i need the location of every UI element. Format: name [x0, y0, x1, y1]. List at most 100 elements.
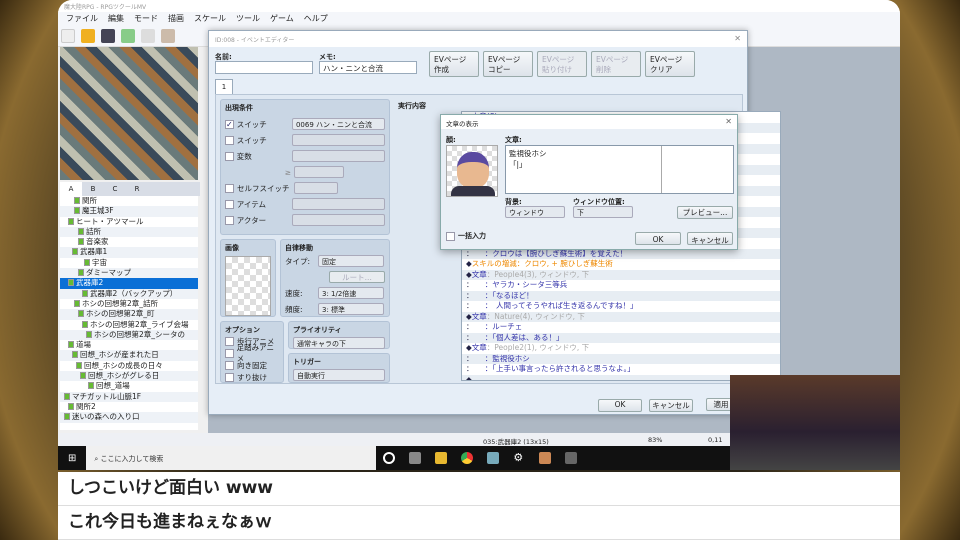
menu-item[interactable]: ヘルプ — [304, 13, 328, 24]
menu-item[interactable]: 編集 — [108, 13, 124, 24]
open-icon[interactable] — [81, 29, 95, 43]
tileset-tab[interactable]: A — [60, 182, 82, 196]
command-row[interactable]: ◆文章：People4(3), ウィンドウ, 下 — [462, 269, 780, 280]
cancel-button[interactable]: キャンセル — [649, 399, 693, 412]
ev-page-button[interactable]: EVページ コピー — [483, 51, 533, 77]
map-tree-item[interactable]: 詰所 — [60, 226, 198, 238]
freq-select[interactable]: 3: 標準 — [318, 303, 384, 315]
tileset-tab[interactable]: B — [82, 182, 104, 196]
ev-page-button[interactable]: EVページ クリア — [645, 51, 695, 77]
switch1-checkbox[interactable]: ✓ — [225, 119, 234, 129]
actor-checkbox[interactable] — [225, 215, 234, 225]
trigger-select[interactable]: 自動実行 — [293, 369, 385, 381]
map-tree-item[interactable]: ホシの回想第2章_シータの — [60, 329, 198, 341]
self-switch-checkbox[interactable] — [225, 183, 234, 193]
map-tree-item[interactable]: ホシの回想第2章_詰所 — [60, 299, 198, 309]
copy-icon[interactable] — [141, 29, 155, 43]
command-row[interactable]: ◆文章：People2(1), ウィンドウ, 下 — [462, 343, 780, 354]
map-tree-item[interactable]: 回想_道場 — [60, 381, 198, 391]
map-tree-item[interactable]: 武器庫2（バックアップ） — [60, 288, 198, 299]
name-input[interactable] — [215, 61, 313, 74]
rpgmaker-icon[interactable] — [539, 452, 552, 464]
windows-start-icon[interactable]: ⊞ — [68, 453, 76, 464]
face-image[interactable] — [446, 145, 498, 197]
batch-input-checkbox[interactable] — [446, 231, 455, 241]
cortana-icon[interactable] — [383, 452, 396, 464]
item-checkbox[interactable] — [225, 199, 234, 209]
close-icon[interactable]: ✕ — [734, 34, 741, 43]
map-tree-item[interactable]: 迷いの森への入り口 — [60, 412, 198, 423]
command-row[interactable]: ： ：「なるほど！ — [462, 290, 780, 301]
ev-page-button[interactable]: EVページ 貼り付け — [537, 51, 587, 77]
priority-select[interactable]: 通常キャラの下 — [293, 337, 385, 349]
variable-select[interactable] — [291, 150, 385, 162]
variable-value[interactable] — [294, 166, 344, 178]
menu-item[interactable]: モード — [134, 13, 158, 24]
item-select[interactable] — [291, 198, 385, 210]
command-row[interactable]: ： ： 人間ってそうやれば生き返るんですね！」 — [462, 301, 780, 312]
actor-select[interactable] — [291, 214, 385, 226]
memo-input[interactable]: ハン・ニンと合流 — [319, 61, 417, 74]
map-tree-item[interactable]: マチガットル山脈1F — [60, 391, 198, 402]
option-checkbox[interactable] — [225, 360, 234, 370]
map-tree-item[interactable]: 回想_ホシの成長の日々 — [60, 361, 198, 371]
command-row[interactable]: ： ：監視役ホシ — [462, 353, 780, 364]
chrome-icon[interactable] — [461, 452, 474, 464]
text-area[interactable]: 監視役ホシ 「|」 — [505, 145, 734, 194]
map-tree-item[interactable]: 魔王城3F — [60, 206, 198, 217]
command-row[interactable]: ◆スキルの増減：クロウ, + 腕ひしぎ蘇生術 — [462, 259, 780, 270]
map-tree-item[interactable]: 道場 — [60, 340, 198, 350]
switch2-select[interactable] — [291, 134, 385, 146]
command-row[interactable]: ： ：ヤラカ・シータ三等兵 — [462, 280, 780, 291]
notepad-icon[interactable] — [487, 452, 500, 464]
switch2-checkbox[interactable] — [225, 135, 234, 145]
option-checkbox[interactable] — [225, 372, 234, 382]
map-tree-item[interactable]: ダミーマップ — [60, 268, 198, 279]
menu-item[interactable]: ゲーム — [270, 13, 294, 24]
paste-icon[interactable] — [161, 29, 175, 43]
app-icon[interactable] — [565, 452, 578, 464]
tab-page-1[interactable]: 1 — [215, 79, 233, 95]
task-view-icon[interactable] — [409, 452, 422, 464]
tileset-palette[interactable] — [60, 47, 198, 180]
menu-item[interactable]: 描画 — [168, 13, 184, 24]
dialog-cancel-button[interactable]: キャンセル — [687, 232, 733, 245]
map-tree-item[interactable]: 宇宙 — [60, 258, 198, 268]
tileset-tab[interactable]: C — [104, 182, 126, 196]
command-row[interactable]: ： ：「個人差は、ある！」 — [462, 332, 780, 343]
command-row[interactable]: ◆文章：Nature(4), ウィンドウ, 下 — [462, 311, 780, 322]
background-select[interactable]: ウィンドウ — [505, 206, 565, 218]
route-button[interactable]: ルート... — [329, 271, 385, 283]
file-explorer-icon[interactable] — [435, 452, 448, 464]
cut-icon[interactable] — [121, 29, 135, 43]
command-row[interactable]: ： ：ルーチェ — [462, 322, 780, 333]
map-tree[interactable]: 関所 魔王城3F ヒート・アツマール 詰所 音楽家 武器庫1 宇宙 ダミーマップ 武器庫2 武器庫… — [60, 196, 198, 430]
variable-checkbox[interactable] — [225, 151, 234, 161]
map-tree-item[interactable]: 関所 — [60, 196, 198, 206]
command-row[interactable]: ： ：「上手い事言ったら許されると思うなよ。」 — [462, 364, 780, 375]
map-tree-item[interactable]: 音楽家 — [60, 237, 198, 247]
ev-page-button[interactable]: EVページ 作成 — [429, 51, 479, 77]
menu-item[interactable]: ツール — [236, 13, 260, 24]
option-checkbox[interactable] — [225, 336, 234, 346]
dialog-close-icon[interactable]: ✕ — [725, 117, 732, 126]
menu-item[interactable]: ファイル — [66, 13, 98, 24]
ok-button[interactable]: OK — [598, 399, 642, 412]
save-icon[interactable] — [101, 29, 115, 43]
map-tree-item[interactable]: 武器庫1 — [60, 247, 198, 258]
ev-page-button[interactable]: EVページ 削除 — [591, 51, 641, 77]
map-tree-item[interactable]: ホシの回想第2章_町 — [60, 309, 198, 320]
tileset-tab[interactable]: R — [126, 182, 148, 196]
menu-item[interactable]: スケール — [194, 13, 226, 24]
event-image[interactable] — [225, 256, 271, 316]
map-tree-item[interactable]: 回想_ホシがグレる日 — [60, 371, 198, 382]
dialog-ok-button[interactable]: OK — [635, 232, 681, 245]
position-select[interactable]: 下 — [573, 206, 633, 218]
map-tree-item[interactable]: 関所2 — [60, 402, 198, 412]
settings-icon[interactable]: ⚙ — [513, 452, 525, 464]
new-icon[interactable] — [61, 29, 75, 43]
map-tree-item[interactable]: ホシの回想第2章_ライブ会場 — [60, 320, 198, 330]
map-tree-item[interactable]: 回想_ホシが産まれた日 — [60, 350, 198, 361]
speed-select[interactable]: 3: 1/2倍速 — [318, 287, 384, 299]
self-switch-select[interactable] — [294, 182, 338, 194]
